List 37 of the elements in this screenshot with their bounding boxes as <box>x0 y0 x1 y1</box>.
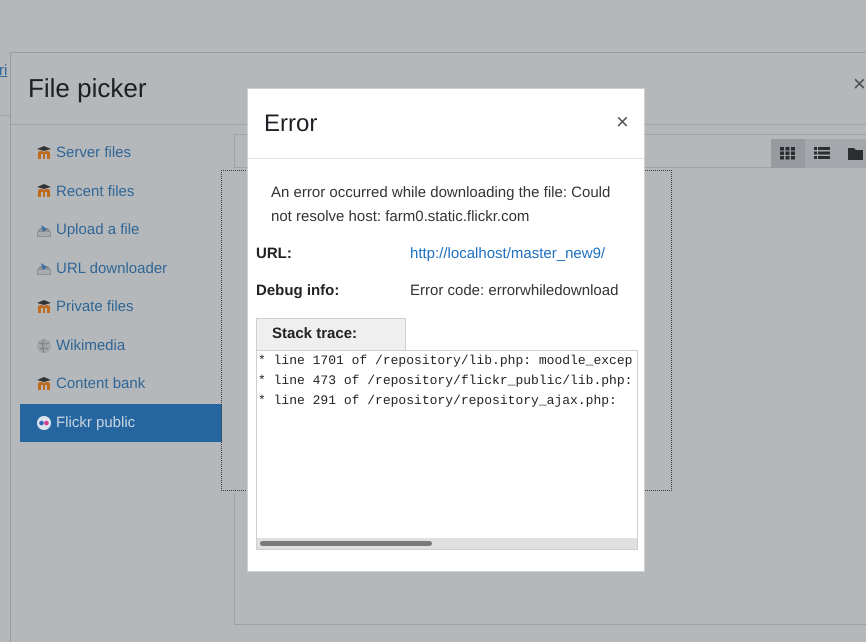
folder-view-button[interactable] <box>839 139 866 168</box>
code-line: * line 1701 of /repository/lib.php: moodle_excep <box>257 352 634 370</box>
tray-icon <box>36 261 52 276</box>
error-message: An error occurred while downloading the file: Could not resolve host: farm0.static.flickr.com <box>270 183 612 227</box>
moodle-logo-icon <box>36 184 52 200</box>
moodle-logo-icon <box>36 300 52 315</box>
tray-icon <box>36 222 52 238</box>
close-button[interactable]: × <box>851 73 866 95</box>
field-value: Error code: errorwhiledownload <box>410 280 618 300</box>
repository-item[interactable]: Upload a file <box>20 211 222 250</box>
repository-item[interactable]: Server files <box>20 134 222 172</box>
list-view-button[interactable] <box>805 139 839 168</box>
stack-trace-tab[interactable]: Stack trace: <box>256 318 406 350</box>
globe-icon <box>36 338 52 354</box>
folder-icon <box>848 147 864 160</box>
code-line: * line 291 of /repository/repository_ajax.php: <box>257 392 618 410</box>
scrollbar[interactable] <box>257 538 637 549</box>
repository-item[interactable]: Recent files <box>20 172 222 211</box>
dialog-title: File picker <box>28 72 146 105</box>
url-link[interactable]: http://localhost/master_new9/ <box>410 243 606 266</box>
code-line: * line 473 of /repository/flickr_public/lib.php: <box>257 372 634 390</box>
repository-item[interactable]: Content bank <box>20 365 222 404</box>
moodle-logo-icon <box>36 146 52 161</box>
two-dots-icon <box>36 415 52 430</box>
moodle-logo-icon <box>36 376 52 392</box>
field-label: URL: <box>256 244 293 264</box>
close-button[interactable]: × <box>614 111 631 133</box>
repository-item[interactable]: URL downloader <box>20 250 222 288</box>
grid-view-button[interactable] <box>771 139 805 168</box>
repository-item[interactable]: Wikimedia <box>20 326 222 365</box>
grid-icon <box>780 147 796 160</box>
link-text[interactable]: ri <box>0 62 8 79</box>
field-label: Debug info: <box>256 280 340 300</box>
repository-item[interactable]: Flickr public <box>20 404 222 442</box>
repository-item[interactable]: Private files <box>20 288 222 326</box>
list-icon <box>814 147 830 160</box>
dialog-title: Error <box>264 108 318 138</box>
